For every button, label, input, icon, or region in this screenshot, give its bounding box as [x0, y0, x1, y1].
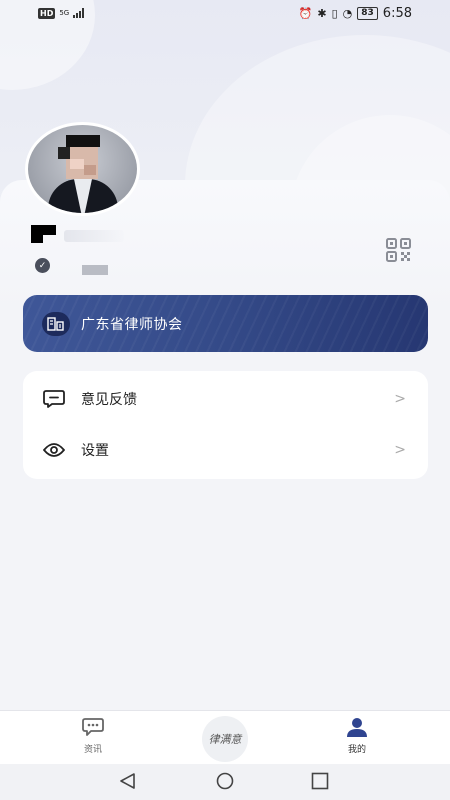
menu-item-label: 意见反馈	[81, 392, 137, 408]
recents-icon[interactable]	[310, 772, 330, 790]
status-right: ⏰ ✱ ▯ ◔ 83 6:58	[299, 6, 412, 21]
menu-item-settings[interactable]: 设置 >	[23, 424, 428, 476]
association-card[interactable]: 广东省律师协会	[23, 295, 428, 352]
nav-item-mine[interactable]: 我的	[317, 717, 397, 755]
user-name-faint	[64, 230, 124, 242]
menu-card: 意见反馈 > 设置 >	[23, 371, 428, 479]
signal-icon	[73, 8, 85, 18]
avatar[interactable]	[25, 122, 140, 216]
vibrate-icon: ▯	[331, 6, 338, 20]
chevron-right-icon: >	[394, 391, 406, 407]
feedback-icon	[42, 388, 66, 410]
network-type: 5G	[59, 8, 70, 17]
status-bar: HD 5G ⏰ ✱ ▯ ◔ 83 6:58	[0, 0, 450, 26]
qr-code-icon[interactable]	[386, 238, 412, 262]
verification-text-redacted	[82, 265, 108, 275]
eye-settings-icon	[42, 439, 66, 461]
nav-item-news[interactable]: 资讯	[53, 717, 133, 755]
battery-icon: 83	[357, 6, 378, 20]
menu-item-label: 设置	[81, 443, 109, 459]
bottom-nav: 资讯 律满意 我的	[0, 710, 450, 764]
nav-label: 我的	[347, 745, 366, 755]
chevron-right-icon: >	[394, 442, 406, 458]
back-icon[interactable]	[118, 772, 138, 790]
chat-bubble-icon	[82, 718, 104, 736]
user-name-redacted	[31, 225, 56, 243]
app-logo-text: 律满意	[208, 733, 242, 746]
menu-item-feedback[interactable]: 意见反馈 >	[23, 373, 428, 425]
hd-badge: HD	[38, 7, 56, 19]
home-icon[interactable]	[215, 772, 235, 790]
alarm-icon: ⏰	[298, 6, 313, 20]
clock: 6:58	[382, 5, 412, 21]
avatar-photo	[28, 125, 137, 213]
verified-icon: ✓	[35, 258, 50, 273]
person-icon	[347, 718, 367, 737]
building-icon	[42, 311, 70, 336]
nav-label: 资讯	[83, 745, 102, 755]
app-logo[interactable]: 律满意	[202, 716, 248, 762]
status-left: HD 5G	[38, 7, 85, 19]
bluetooth-icon: ✱	[317, 6, 327, 20]
system-nav-bar	[0, 764, 450, 800]
association-name: 广东省律师协会	[81, 316, 183, 333]
data-saver-icon: ◔	[342, 6, 353, 20]
